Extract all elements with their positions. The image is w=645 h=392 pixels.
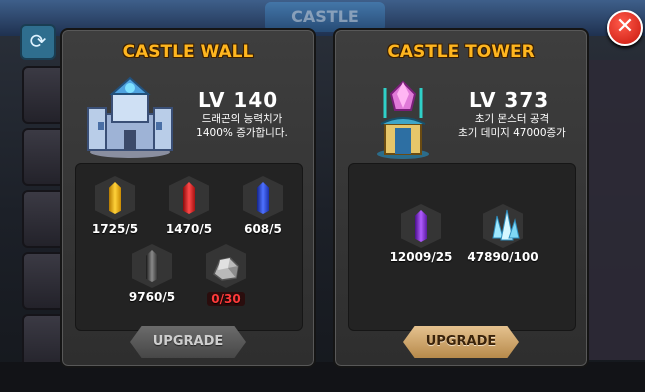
material-item: 0/30 [196, 244, 256, 307]
castle-wall-description: 드래곤의 능력치가 1400% 증가합니다. [196, 113, 288, 139]
material-quantity-insufficient: 0/30 [207, 292, 245, 306]
material-item: 1470/5 [159, 176, 219, 236]
stone-ore-icon [213, 257, 239, 281]
castle-wall-title: CASTLE WALL [122, 42, 254, 62]
material-item: 47890/100 [467, 204, 539, 264]
material-slot [206, 244, 246, 288]
red-crystal-icon [183, 182, 195, 214]
material-slot [243, 176, 283, 220]
blue-crystal-icon [257, 182, 269, 214]
castle-tower-description: 초기 몬스터 공격 초기 데미지 47000증가 [458, 113, 566, 139]
material-quantity: 1725/5 [91, 222, 139, 236]
castle-wall-materials-box: 1725/5 1470/5 608/5 9760/5 0/30 [75, 163, 303, 331]
material-item: 12009/25 [390, 204, 452, 264]
refresh-icon: ⟳ [29, 29, 47, 53]
material-quantity: 9760/5 [128, 290, 176, 304]
material-item: 9760/5 [122, 244, 182, 304]
castle-tower-materials-box: 12009/25 47890/100 [348, 163, 576, 331]
castle-tower-title: CASTLE TOWER [387, 42, 535, 62]
refresh-button[interactable]: ⟳ [20, 24, 56, 60]
close-icon: ✕ [615, 14, 635, 39]
material-quantity: 47890/100 [467, 250, 539, 264]
castle-tower-icon [377, 80, 429, 159]
material-slot [132, 244, 172, 288]
material-item: 608/5 [233, 176, 293, 236]
castle-wall-icon [87, 76, 173, 158]
castle-tower-upgrade-button[interactable]: UPGRADE [403, 326, 519, 358]
castle-tower-level: LV 373 [469, 88, 550, 112]
material-quantity: 12009/25 [389, 250, 453, 264]
ice-crystal-cluster-icon [492, 209, 520, 241]
black-crystal-icon [146, 250, 158, 282]
material-slot [169, 176, 209, 220]
background-side-panel [585, 60, 645, 360]
close-button[interactable]: ✕ [607, 10, 643, 46]
purple-crystal-icon [415, 210, 427, 242]
castle-wall-level: LV 140 [198, 88, 279, 112]
material-item: 1725/5 [85, 176, 145, 236]
material-slot [483, 204, 523, 248]
yellow-crystal-icon [109, 182, 121, 214]
material-slot [95, 176, 135, 220]
castle-tower-panel: CASTLE TOWER LV 373 초기 몬스터 공격 초기 데미지 470… [333, 28, 589, 368]
material-slot [401, 204, 441, 248]
material-quantity: 608/5 [244, 222, 282, 236]
castle-wall-upgrade-button[interactable]: UPGRADE [130, 326, 246, 358]
castle-wall-panel: CASTLE WALL LV 140 드래곤의 능력치가 1400% 증가합니다… [60, 28, 316, 368]
material-quantity: 1470/5 [165, 222, 213, 236]
